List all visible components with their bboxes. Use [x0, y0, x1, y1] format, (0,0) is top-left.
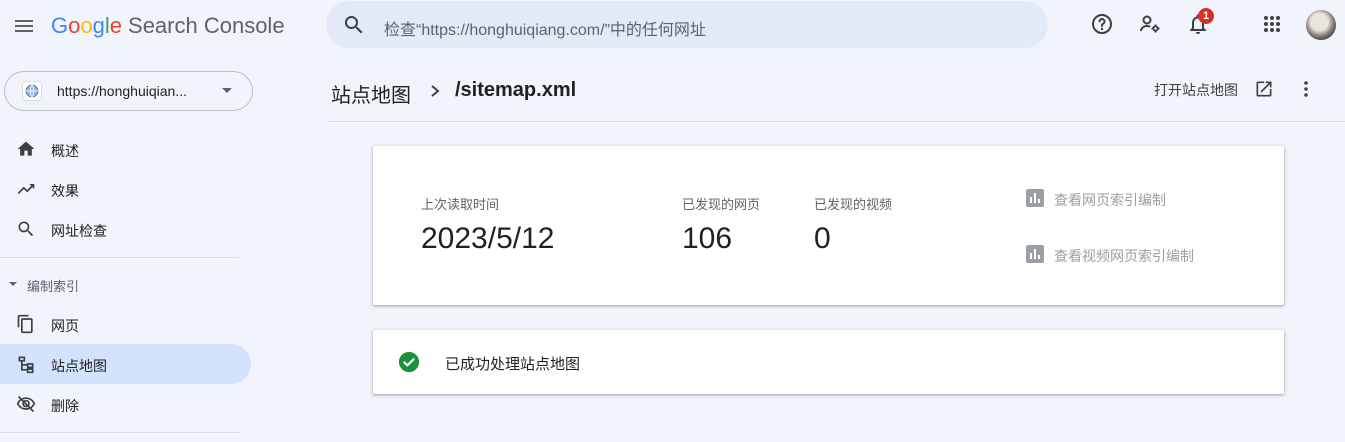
status-message: 已成功处理站点地图	[445, 356, 581, 373]
link-label: 查看视频网页索引编制	[1054, 248, 1194, 264]
apps-grid-icon[interactable]	[1260, 12, 1284, 36]
globe-icon	[22, 81, 42, 101]
bar-chart-icon	[1026, 245, 1044, 263]
collapse-arrow-icon	[9, 282, 17, 286]
pages-icon	[17, 314, 33, 334]
property-selector[interactable]: https://honghuiqian...	[4, 71, 253, 111]
visibility-off-icon	[16, 395, 36, 413]
bar-chart-icon	[1026, 189, 1044, 207]
header-divider	[327, 121, 1345, 122]
search-console-logo[interactable]: Google Search Console	[51, 13, 285, 39]
product-name: Search Console	[128, 13, 285, 38]
nav-item-performance[interactable]: 效果	[0, 169, 251, 209]
last-read-value: 2023/5/12	[421, 222, 555, 255]
sidebar-divider	[0, 257, 239, 258]
nav-label: 网页	[51, 318, 79, 334]
search-icon	[18, 221, 34, 237]
discovered-videos-value: 0	[814, 222, 831, 255]
nav-label: 概述	[51, 143, 79, 159]
section-label: 编制索引	[27, 279, 80, 294]
open-sitemap-link[interactable]: 打开站点地图	[1154, 80, 1238, 100]
help-icon[interactable]	[1090, 12, 1114, 36]
discovered-pages-value: 106	[682, 222, 733, 255]
nav-label: 删除	[51, 398, 79, 414]
breadcrumb-parent[interactable]: 站点地图	[331, 79, 411, 108]
check-circle-icon	[398, 351, 420, 373]
link-label: 查看网页索引编制	[1054, 192, 1166, 208]
account-avatar[interactable]	[1306, 10, 1336, 40]
search-placeholder[interactable]: 检查“https://honghuiqiang.com/”中的任何网址	[384, 16, 706, 40]
logo-letter: G	[51, 13, 69, 38]
property-url: https://honghuiqian...	[57, 83, 187, 99]
logo-letter: g	[92, 13, 105, 38]
nav-label: 网址检查	[51, 223, 107, 239]
status-card: 已成功处理站点地图	[373, 330, 1284, 394]
logo-letter: o	[68, 13, 81, 38]
search-icon	[345, 16, 363, 34]
nav-label: 效果	[51, 183, 79, 199]
nav-item-removals[interactable]: 删除	[0, 384, 251, 424]
nav-item-sitemaps[interactable]: 站点地图	[0, 344, 251, 384]
more-vert-icon[interactable]	[1296, 79, 1316, 99]
discovered-videos-label: 已发现的视频	[814, 197, 893, 212]
nav-item-url-inspection[interactable]: 网址检查	[0, 209, 251, 249]
logo-letter: o	[80, 13, 93, 38]
trending-up-icon	[17, 184, 35, 194]
dropdown-caret-icon	[222, 88, 232, 93]
home-icon	[17, 141, 35, 156]
notification-badge: 1	[1198, 8, 1214, 24]
manage-users-icon[interactable]	[1138, 12, 1162, 36]
sidebar-divider	[0, 432, 239, 433]
section-toggle-indexing[interactable]: 编制索引	[0, 274, 239, 294]
logo-letter: e	[109, 13, 123, 38]
last-read-label: 上次读取时间	[421, 197, 500, 212]
breadcrumb-current: /sitemap.xml	[455, 79, 577, 101]
chevron-right-icon	[431, 85, 440, 97]
hamburger-menu-icon[interactable]	[12, 14, 36, 38]
top-app-bar: Google Search Console 检查“https://honghuiq…	[0, 0, 1345, 52]
url-inspection-search[interactable]: 检查“https://honghuiqiang.com/”中的任何网址	[326, 1, 1048, 48]
sitemap-icon	[18, 356, 34, 374]
nav-item-overview[interactable]: 概述	[0, 129, 251, 169]
discovered-pages-label: 已发现的网页	[682, 197, 761, 212]
open-in-new-icon[interactable]	[1254, 79, 1274, 99]
nav-label: 站点地图	[51, 358, 107, 374]
nav-item-pages[interactable]: 网页	[0, 304, 251, 344]
sitemap-stats-card: 上次读取时间 2023/5/12 已发现的网页 106 已发现的视频 0 查看网…	[373, 146, 1284, 305]
